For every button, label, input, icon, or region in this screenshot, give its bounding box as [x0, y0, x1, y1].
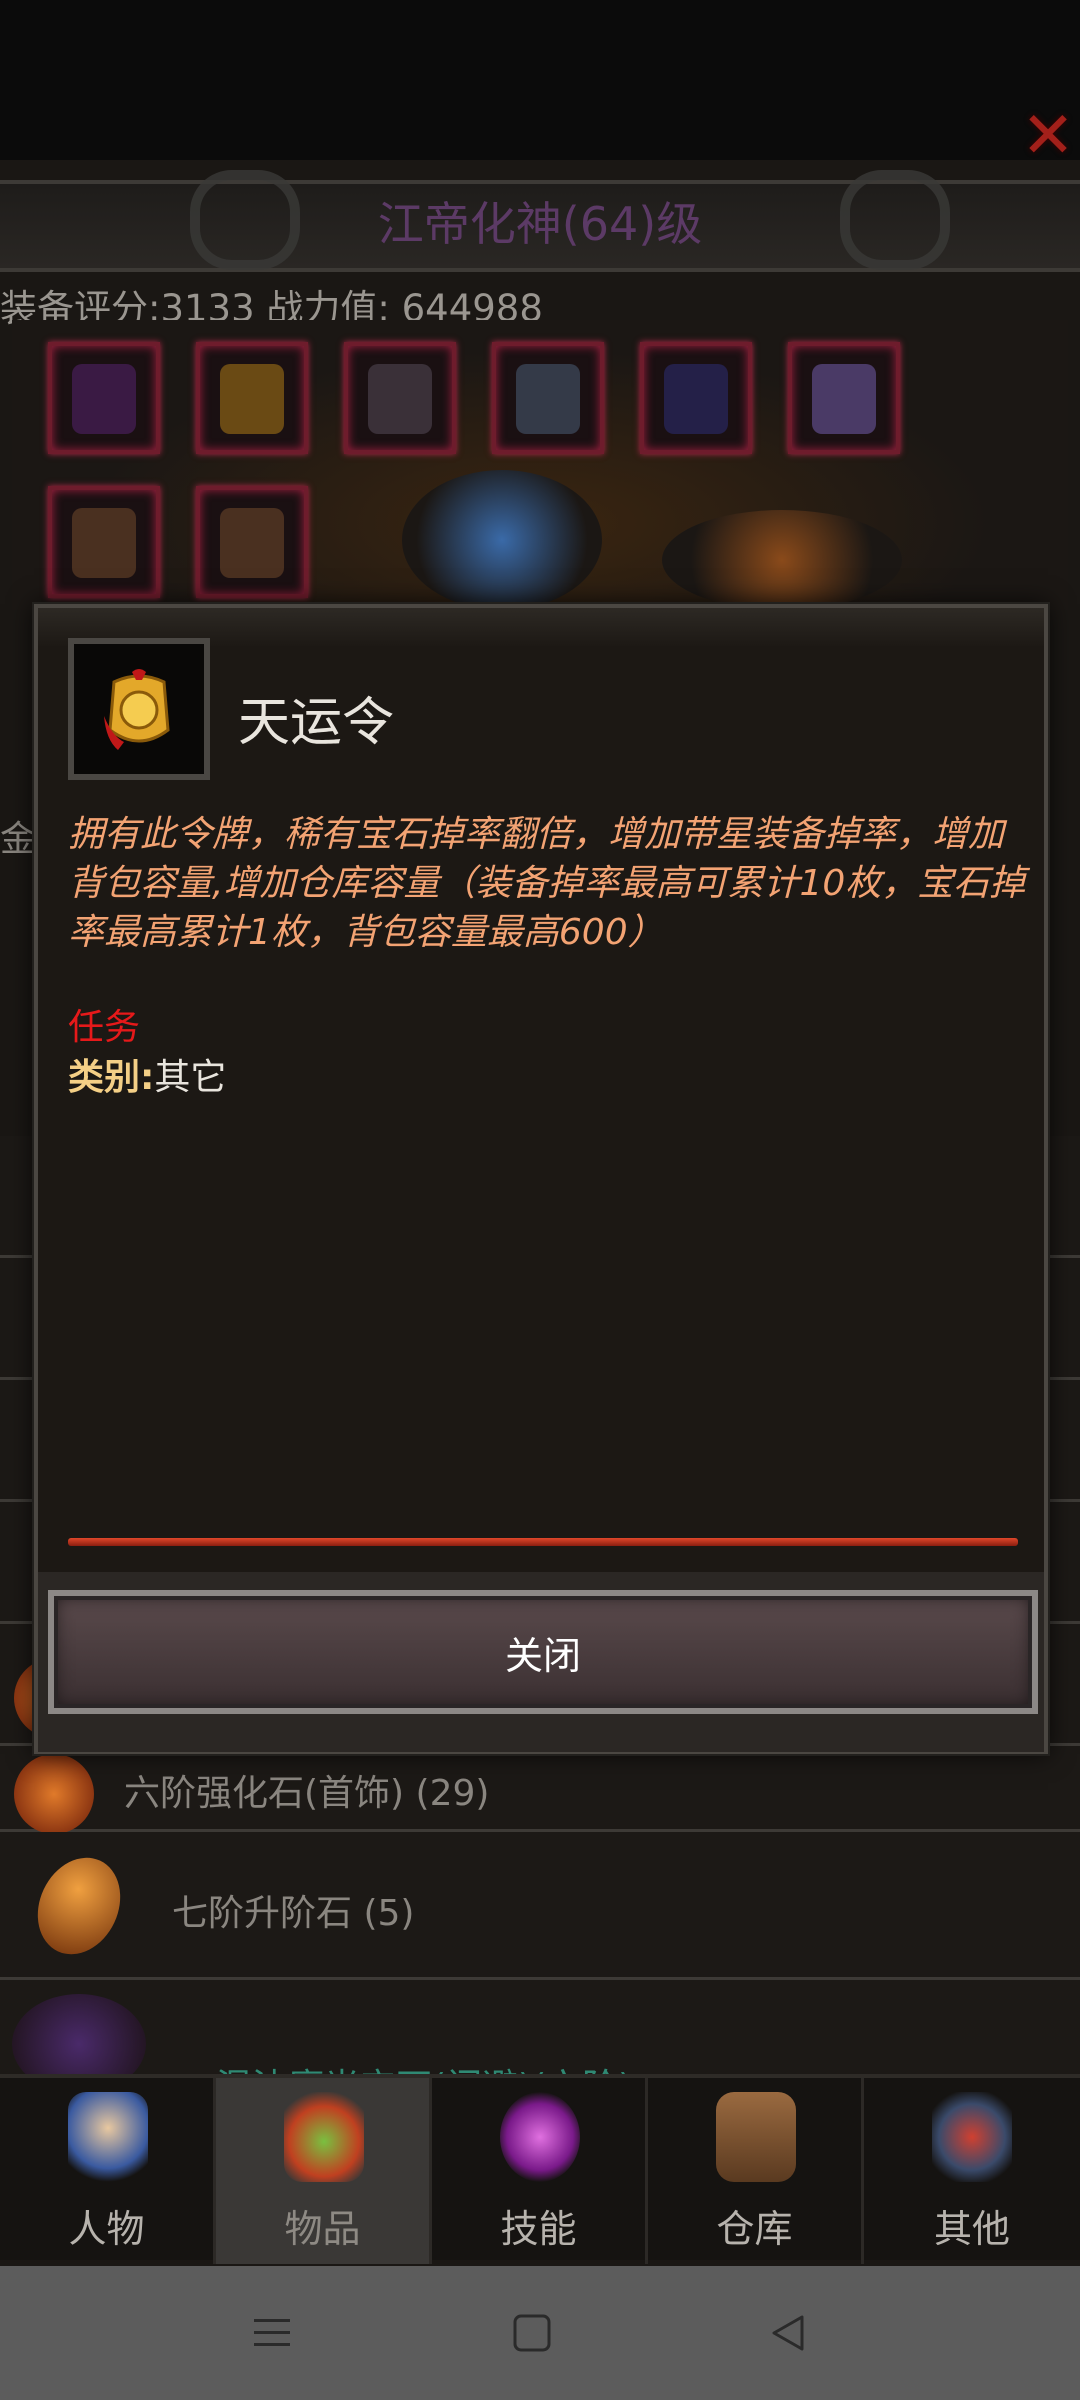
list-item[interactable]: 混沌魔光宝石(闪避)(六阶) — [0, 1980, 1080, 2108]
item-icon-frame — [68, 638, 210, 780]
back-nav-button[interactable] — [748, 2296, 828, 2370]
character-model — [402, 470, 602, 610]
item-label: 六阶强化石(首饰) (29) — [124, 1773, 490, 1814]
system-nav-bar — [0, 2266, 1080, 2400]
equip-slot-belt[interactable] — [492, 342, 604, 454]
menu-icon — [254, 2319, 290, 2346]
pet-model — [662, 510, 902, 610]
item-category: 类别:其它 — [68, 1048, 226, 1100]
tab-warehouse[interactable]: 仓库 — [648, 2078, 864, 2264]
skill-orb-icon — [500, 2092, 580, 2182]
close-window-icon[interactable]: ✕ — [1018, 99, 1078, 173]
equip-slot-gloves[interactable] — [344, 342, 456, 454]
weapon-icon — [932, 2092, 1012, 2182]
equip-slot-helmet[interactable] — [48, 342, 160, 454]
category-value: 其它 — [154, 1057, 227, 1098]
equip-slot-necklace[interactable] — [788, 342, 900, 454]
divider — [68, 1538, 1018, 1546]
tab-label: 物品 — [284, 2207, 361, 2251]
tab-character[interactable]: 人物 — [0, 2078, 216, 2264]
tab-label: 技能 — [500, 2207, 577, 2251]
dialog-button-area: 关闭 — [38, 1572, 1044, 1752]
list-item[interactable]: 六阶强化石(首饰) (29) — [0, 1746, 1080, 1834]
home-nav-button[interactable] — [492, 2296, 572, 2370]
equip-slot-boots[interactable] — [640, 342, 752, 454]
potion-icon — [284, 2092, 364, 2182]
strengthen-stone-icon — [14, 1754, 94, 1834]
close-button[interactable]: 关闭 — [48, 1590, 1038, 1714]
bottom-tab-bar: 人物 物品 技能 仓库 其他 — [0, 2074, 1080, 2264]
token-icon — [104, 669, 170, 750]
item-tag: 任务 — [68, 1007, 141, 1048]
equip-slot-weapon-right[interactable] — [196, 486, 308, 598]
tab-items[interactable]: 物品 — [216, 2078, 432, 2264]
equip-slot-weapon-left[interactable] — [48, 486, 160, 598]
menu-nav-button[interactable] — [232, 2296, 312, 2370]
tab-label: 其他 — [933, 2207, 1010, 2251]
tab-label: 人物 — [68, 2207, 145, 2251]
list-item[interactable]: 七阶升阶石 (5) — [0, 1832, 1080, 1980]
category-label: 类别: — [68, 1057, 155, 1098]
tab-skills[interactable]: 技能 — [432, 2078, 648, 2264]
character-icon — [68, 2092, 148, 2182]
equip-slot-armor[interactable] — [196, 342, 308, 454]
home-square-icon — [513, 2314, 551, 2352]
tab-label: 仓库 — [716, 2207, 793, 2251]
upgrade-stone-icon — [22, 1844, 136, 1968]
item-label: 七阶升阶石 (5) — [172, 1893, 415, 1934]
back-triangle-icon — [772, 2315, 804, 2351]
item-detail-dialog: 天运令 拥有此令牌，稀有宝石掉率翻倍，增加带星装备掉率，增加背包容量,增加仓库容… — [34, 604, 1048, 1754]
equipment-panel — [12, 320, 1068, 610]
side-partial-text: 金 — [0, 819, 37, 860]
chest-icon — [716, 2092, 796, 2182]
item-description: 拥有此令牌，稀有宝石掉率翻倍，增加带星装备掉率，增加背包容量,增加仓库容量（装备… — [68, 814, 1026, 953]
tab-other[interactable]: 其他 — [864, 2078, 1080, 2264]
item-name: 天运令 — [238, 693, 395, 753]
character-title: 江帝化神(64)级 — [377, 197, 703, 251]
